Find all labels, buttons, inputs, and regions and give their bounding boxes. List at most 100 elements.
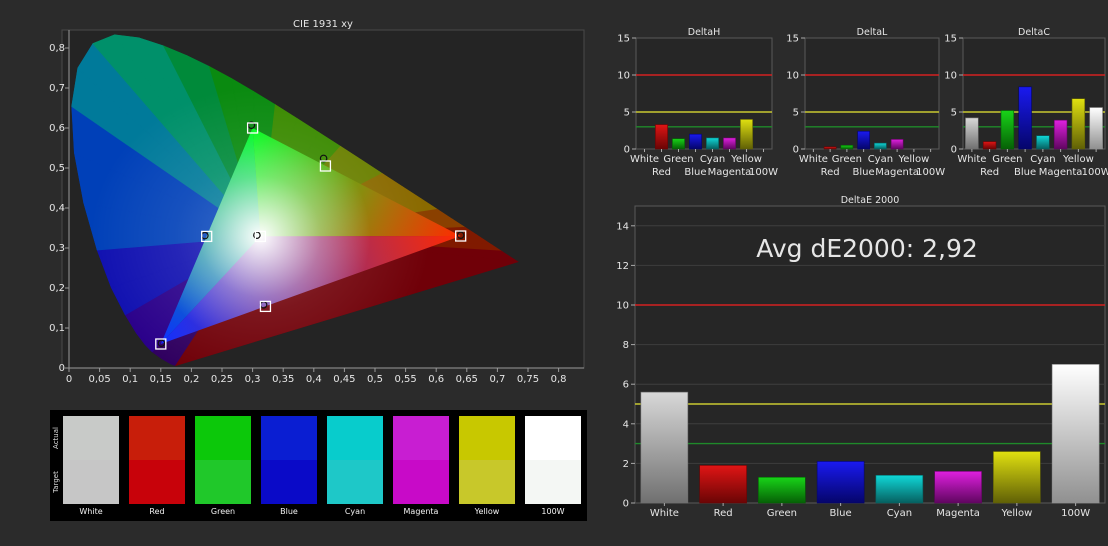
swatch-100w [525,416,581,504]
x-tick: White [630,154,659,165]
swatch-actual [129,416,185,460]
plot-area [804,37,940,150]
x-tick: Yellow [730,154,762,165]
bar-100w [1051,364,1100,504]
bar-yellow [740,119,753,150]
bar-red [655,124,668,150]
swatch-white [63,416,119,504]
x-tick: Green [832,154,862,165]
bar-magenta [723,137,736,150]
swatch-label: Yellow [474,507,500,516]
bar-cyan [1036,135,1050,150]
cie-y-tick: 0 [59,363,65,374]
swatch-label: 100W [541,507,565,516]
swatch-label: Blue [280,507,298,516]
y-tick: 8 [623,340,629,351]
bar-blue [816,461,865,504]
cie-x-tick: 0,75 [517,374,539,385]
chart-title: DeltaH [688,27,721,38]
y-tick: 5 [624,108,630,119]
swatch-target [459,460,515,504]
cie-y-tick: 0,4 [49,203,65,214]
x-tick: Cyan [700,154,725,165]
x-tick: Blue [1014,167,1036,178]
y-tick: 0 [951,145,957,156]
x-tick: Green [992,154,1022,165]
cie-x-tick: 0,2 [183,374,199,385]
bar-white [965,117,979,150]
bar-blue [857,130,870,150]
deltal-chart: DeltaL051015WhiteRedGreenBlueCyanMagenta… [786,27,945,178]
bar-green [1000,110,1015,150]
x-tick: Magenta [708,167,752,178]
x-tick: Green [767,508,797,519]
bar-green [840,145,854,150]
swatch-actual [525,416,581,460]
y-tick: 15 [944,34,957,45]
x-tick: Cyan [868,154,893,165]
target-label: Target [52,471,60,493]
cie-x-tick: 0,25 [211,374,233,385]
swatch-actual [459,416,515,460]
swatch-yellow [459,416,515,504]
y-tick: 4 [623,419,629,430]
x-tick: Red [714,508,733,519]
cie-y-tick: 0,1 [49,323,65,334]
cie-x-tick: 0,5 [367,374,383,385]
swatch-cyan [327,416,383,504]
chart-title: DeltaL [857,27,888,38]
y-tick: 5 [793,108,799,119]
bar-red [699,465,747,504]
x-tick: Magenta [875,167,919,178]
cie-x-tick: 0,8 [551,374,567,385]
y-tick: 6 [623,380,629,391]
bar-magenta [1053,119,1068,150]
swatch-red [129,416,185,504]
bar-blue [1018,86,1032,150]
cie-y-tick: 0,5 [49,163,65,174]
x-tick: 100W [1061,508,1090,519]
bar-cyan [874,142,887,150]
cie-chart: CIE 1931 xy 0 0,05 0,1 0,15 0,2 0,25 0,3 0,35 0,… [49,19,585,385]
x-tick: Cyan [1030,154,1055,165]
cie-x-tick: 0,65 [456,374,478,385]
y-tick: 10 [944,71,957,82]
avg-de-annotation: Avg dE2000: 2,92 [756,234,978,263]
x-tick: 100W [749,167,778,178]
y-tick: 15 [617,34,630,45]
y-tick: 10 [617,71,630,82]
x-tick: White [799,154,828,165]
y-tick: 15 [786,34,799,45]
bar-cyan [706,137,719,150]
y-tick: 2 [623,459,629,470]
deltae-chart: DeltaE 2000 0 2 4 6 8 10 12 14 White Red Green Blue C… [616,195,1106,519]
cie-title: CIE 1931 xy [293,19,353,30]
cie-x-tick: 0,6 [428,374,444,385]
cie-y-tick: 0,3 [49,243,65,254]
chart-title: DeltaE 2000 [841,195,900,206]
x-tick: Yellow [1062,154,1094,165]
x-tick: Red [821,167,840,178]
y-tick: 10 [616,301,629,312]
bar-blue [689,133,702,150]
bar-yellow [993,451,1041,504]
x-tick: Blue [853,167,875,178]
x-tick: White [957,154,986,165]
x-tick: Yellow [1000,508,1032,519]
swatch-actual [195,416,251,460]
swatch-actual [63,416,119,460]
swatch-label: Magenta [403,507,439,516]
swatch-strip: Actual Target White Red Green Blue Cyan Magen… [50,410,587,521]
swatch-actual [327,416,383,460]
cie-x-tick: 0,55 [394,374,416,385]
x-tick: Blue [684,167,706,178]
swatch-label: Green [210,507,236,516]
bar-yellow [1071,98,1086,150]
bar-white [640,391,689,504]
swatch-target [195,460,251,504]
swatch-green [195,416,251,504]
swatch-label: Cyan [344,507,366,516]
cie-x-tick: 0,1 [122,374,138,385]
deltac-chart: DeltaC 0 5 10 15 White Red Green Blue Cyan Magenta… [944,27,1108,178]
x-tick: Cyan [887,508,912,519]
